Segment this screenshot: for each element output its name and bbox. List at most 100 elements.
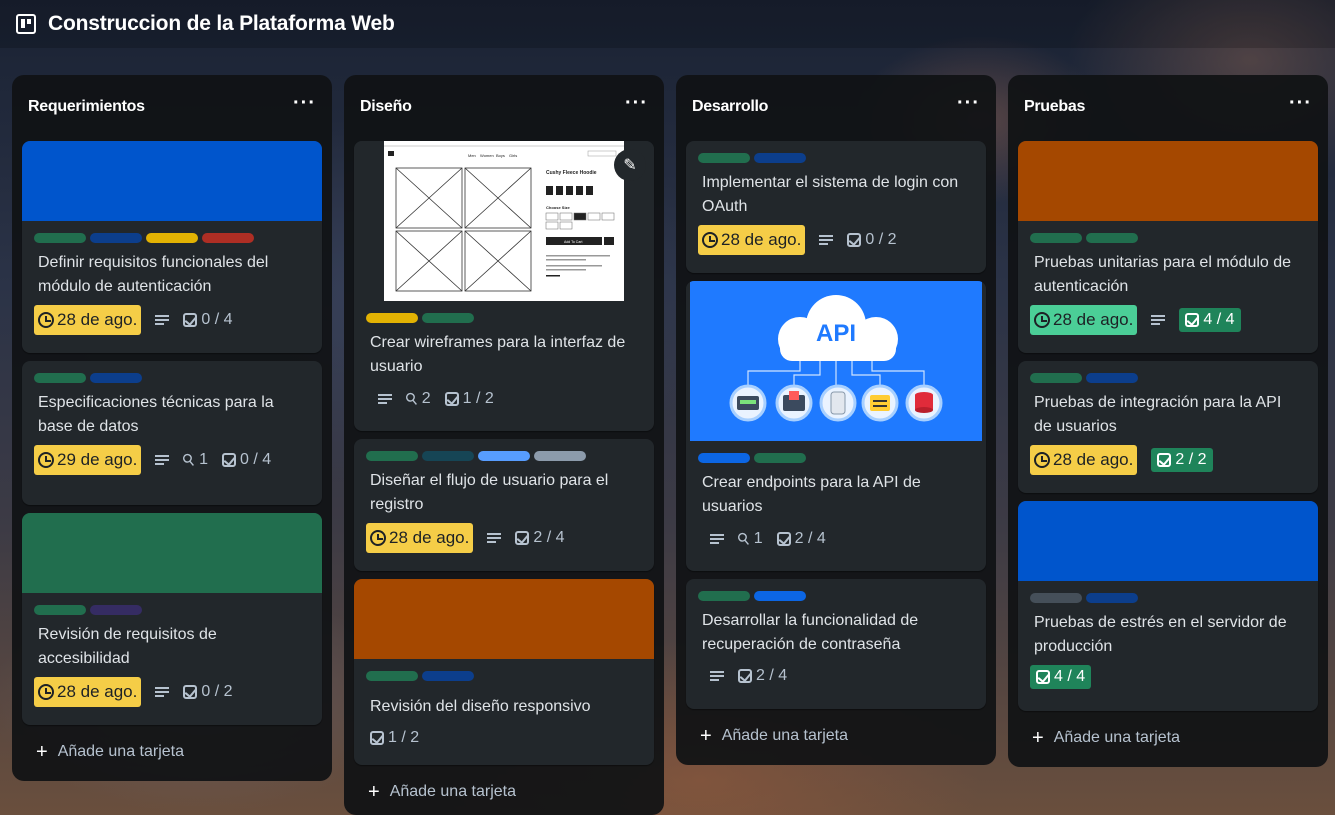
board-title[interactable]: Construccion de la Plataforma Web [48, 12, 395, 36]
checklist-count: 0 / 4 [239, 451, 272, 468]
paperclip-icon: ⚲ [402, 389, 423, 410]
label-green[interactable] [422, 313, 474, 323]
checklist-count: 0 / 2 [865, 231, 897, 248]
due-date-badge[interactable]: 29 de ago. [34, 445, 142, 475]
list-header: Desarrollo ··· [686, 75, 986, 139]
card[interactable]: Implementar el sistema de login con OAut… [686, 141, 986, 273]
description-icon [155, 454, 170, 466]
label-green[interactable] [34, 233, 86, 243]
card[interactable]: Especificaciones técnicas para la base d… [22, 361, 322, 505]
checklist-count: 0 / 2 [201, 683, 233, 700]
card[interactable]: Revisión de requisitos de accesibilidad … [22, 513, 322, 725]
due-date-badge[interactable]: 28 de ago. [698, 225, 806, 255]
label-red[interactable] [202, 233, 254, 243]
checklist-icon [776, 532, 791, 546]
checklist-icon [1036, 670, 1050, 684]
clock-icon [1034, 312, 1050, 328]
label-blue[interactable] [1086, 373, 1138, 383]
due-date-badge[interactable]: 28 de ago. [1030, 305, 1138, 335]
label-green[interactable] [754, 453, 806, 463]
checklist-badge: 2 / 4 [776, 530, 826, 548]
card[interactable]: Desarrollar la funcionalidad de recupera… [686, 579, 986, 709]
label-green[interactable] [698, 591, 750, 601]
label-green[interactable] [1086, 233, 1138, 243]
due-date-badge[interactable]: 28 de ago. [34, 305, 142, 335]
checklist-count: 0 / 4 [201, 311, 233, 328]
add-card-button[interactable]: + Añade una tarjeta [1018, 720, 1194, 756]
list-menu-icon[interactable]: ··· [957, 93, 980, 121]
label-green[interactable] [366, 671, 418, 681]
label-green[interactable] [1030, 373, 1082, 383]
due-date-badge[interactable]: 28 de ago. [366, 523, 474, 553]
checklist-count: 1 / 2 [388, 729, 420, 746]
list-title[interactable]: Requerimientos [28, 98, 145, 116]
card-title: Pruebas de estrés en el servidor de prod… [1034, 614, 1287, 655]
attachment-badge: ⚲ 1 [734, 529, 762, 550]
label-green[interactable] [34, 373, 86, 383]
wire-size-label: Choose Size [546, 205, 571, 210]
description-icon [710, 670, 724, 682]
label-gray[interactable] [534, 451, 586, 461]
card-labels [22, 593, 322, 615]
label-brightblue[interactable] [754, 591, 806, 601]
due-date-text: 29 de ago. [57, 450, 138, 469]
label-green[interactable] [1030, 233, 1082, 243]
checklist-count: 2 / 4 [756, 667, 788, 684]
label-green[interactable] [366, 451, 418, 461]
label-blue[interactable] [754, 153, 806, 163]
list-desarrollo: Desarrollo ··· Implementar el sistema de… [676, 75, 996, 765]
label-blue[interactable] [1086, 593, 1138, 603]
card[interactable]: Definir requisitos funcionales del módul… [22, 141, 322, 353]
description-icon [378, 393, 392, 405]
list-header: Diseño ··· [354, 75, 654, 139]
card-labels [1018, 361, 1318, 383]
clock-icon [1034, 452, 1050, 468]
list-menu-icon[interactable]: ··· [1289, 93, 1312, 121]
add-card-label: Añade una tarjeta [389, 783, 517, 800]
card[interactable]: Pruebas unitarias para el módulo de aute… [1018, 141, 1318, 353]
card[interactable]: API Crear endpoints para la API de usuar… [686, 281, 986, 571]
card-badges: 1 / 2 [354, 719, 654, 759]
checklist-count: 4 / 4 [1203, 311, 1235, 328]
due-date-badge[interactable]: 28 de ago. [34, 677, 142, 707]
wire-nav-1: Men [468, 153, 476, 158]
pencil-icon: ✎ [623, 157, 637, 174]
list-menu-icon[interactable]: ··· [625, 93, 648, 121]
label-blue[interactable] [90, 373, 142, 383]
label-yellow[interactable] [366, 313, 418, 323]
add-card-button[interactable]: + Añade una tarjeta [354, 774, 530, 810]
label-green[interactable] [698, 153, 750, 163]
label-yellow[interactable] [146, 233, 198, 243]
label-purple[interactable] [90, 605, 142, 615]
due-date-badge[interactable]: 28 de ago. [1030, 445, 1138, 475]
clock-icon [38, 684, 54, 700]
checklist-icon [183, 313, 198, 327]
label-blue[interactable] [90, 233, 142, 243]
label-teal[interactable] [422, 451, 474, 461]
list-title[interactable]: Pruebas [1024, 98, 1085, 116]
list-title[interactable]: Desarrollo [692, 98, 768, 116]
add-card-button[interactable]: + Añade una tarjeta [22, 734, 198, 770]
list-diseno: Diseño ··· Men Women Boys Girls Cushy Fl… [344, 75, 664, 815]
card[interactable]: Men Women Boys Girls Cushy Fleece Hoodie… [354, 141, 654, 431]
label-lightblue[interactable] [478, 451, 530, 461]
card-badges: ⚲ 2 1 / 2 [354, 379, 654, 421]
add-card-label: Añade una tarjeta [1053, 729, 1181, 746]
label-brightblue[interactable] [698, 453, 750, 463]
card[interactable]: Revisión del diseño responsivo 1 / 2 [354, 579, 654, 765]
description-icon [155, 314, 170, 326]
list-title[interactable]: Diseño [360, 98, 412, 116]
card-badges: ⚲ 1 2 / 4 [686, 519, 986, 561]
card[interactable]: Diseñar el flujo de usuario para el regi… [354, 439, 654, 571]
list-menu-icon[interactable]: ··· [293, 93, 316, 121]
card-badges: 29 de ago. ⚲ 1 0 / 4 [22, 439, 322, 487]
label-blue[interactable] [422, 671, 474, 681]
add-card-button[interactable]: + Añade una tarjeta [686, 718, 862, 754]
card[interactable]: Pruebas de integración para la API de us… [1018, 361, 1318, 493]
attachment-badge: ⚲ 1 [180, 450, 208, 471]
label-green[interactable] [34, 605, 86, 615]
clock-icon [38, 312, 54, 328]
edit-card-button[interactable]: ✎ [614, 149, 646, 181]
label-darkgray[interactable] [1030, 593, 1082, 603]
card[interactable]: Pruebas de estrés en el servidor de prod… [1018, 501, 1318, 711]
